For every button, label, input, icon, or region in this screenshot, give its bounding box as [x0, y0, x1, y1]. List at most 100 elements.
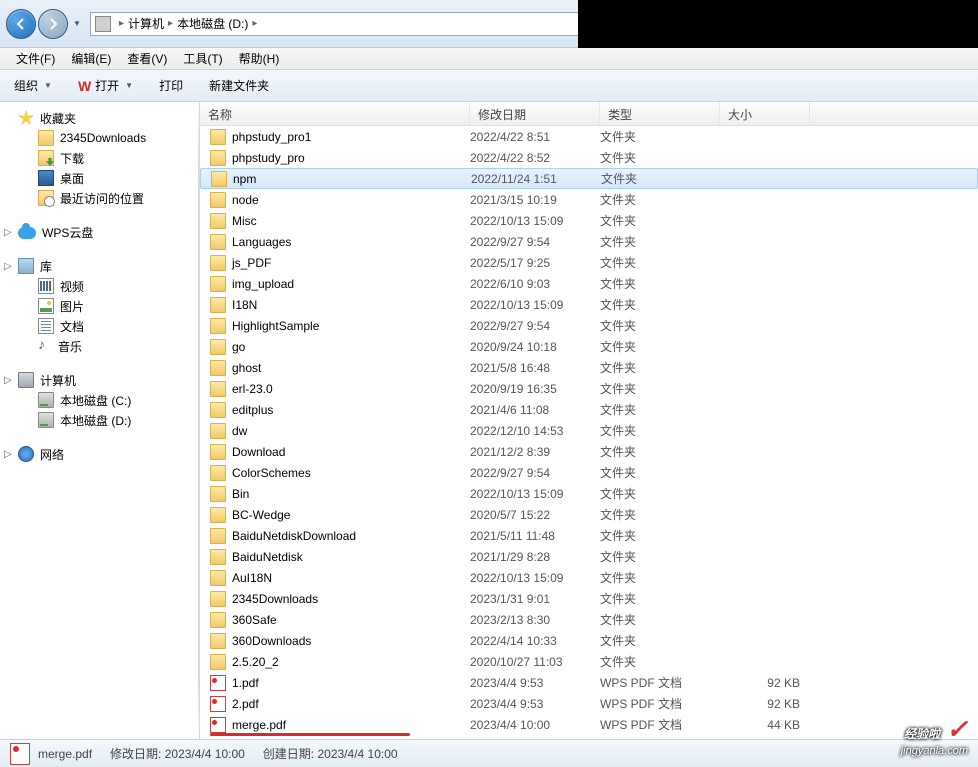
column-date[interactable]: 修改日期 [470, 102, 600, 125]
toolbar: 组织 ▼ W 打开 ▼ 打印 新建文件夹 [0, 70, 978, 102]
file-date: 2021/12/2 8:39 [470, 445, 600, 459]
file-row[interactable]: BC-Wedge 2020/5/7 15:22 文件夹 [200, 504, 978, 525]
file-row[interactable]: node 2021/3/15 10:19 文件夹 [200, 189, 978, 210]
file-row[interactable]: phpstudy_pro 2022/4/22 8:52 文件夹 [200, 147, 978, 168]
menu-file[interactable]: 文件(F) [8, 48, 63, 69]
wps-cloud[interactable]: ▷ WPS云盘 [0, 222, 199, 242]
file-name: ghost [232, 361, 261, 375]
expand-icon[interactable]: ▷ [4, 261, 14, 272]
file-type: 文件夹 [600, 149, 720, 166]
sidebar-item[interactable]: 文档 [0, 316, 199, 336]
print-label: 打印 [159, 77, 183, 94]
sidebar-item[interactable]: 视频 [0, 276, 199, 296]
recent-icon [38, 190, 54, 206]
file-row[interactable]: erl-23.0 2020/9/19 16:35 文件夹 [200, 378, 978, 399]
menu-help[interactable]: 帮助(H) [231, 48, 288, 69]
breadcrumb-drive[interactable]: 本地磁盘 (D:) [177, 15, 248, 32]
organize-button[interactable]: 组织 ▼ [10, 75, 56, 96]
open-button[interactable]: W 打开 ▼ [74, 75, 137, 96]
chevron-down-icon: ▼ [125, 81, 133, 90]
sidebar-item[interactable]: 最近访问的位置 [0, 188, 199, 208]
file-name: BC-Wedge [232, 508, 290, 522]
menu-view[interactable]: 查看(V) [119, 48, 175, 69]
folder-icon [210, 633, 226, 649]
sidebar-item[interactable]: 下载 [0, 148, 199, 168]
expand-icon[interactable]: ▷ [4, 375, 14, 386]
computer-group: ▷ 计算机 本地磁盘 (C:)本地磁盘 (D:) [0, 370, 199, 430]
print-button[interactable]: 打印 [155, 75, 187, 96]
sidebar-item-drive[interactable]: 本地磁盘 (D:) [0, 410, 199, 430]
column-size[interactable]: 大小 [720, 102, 810, 125]
libraries-header[interactable]: ▷ 库 [0, 256, 199, 276]
organize-label: 组织 [14, 77, 38, 94]
file-type: 文件夹 [600, 611, 720, 628]
file-row[interactable]: 360Downloads 2022/4/14 10:33 文件夹 [200, 630, 978, 651]
file-row[interactable]: 2.pdf 2023/4/4 9:53 WPS PDF 文档 92 KB [200, 693, 978, 714]
file-row[interactable]: Misc 2022/10/13 15:09 文件夹 [200, 210, 978, 231]
folder-icon [210, 612, 226, 628]
file-row[interactable]: AuI18N 2022/10/13 15:09 文件夹 [200, 567, 978, 588]
nav-forward-button[interactable] [38, 9, 68, 39]
file-row[interactable]: merge.pdf 2023/4/4 10:00 WPS PDF 文档 44 K… [200, 714, 978, 735]
computer-header[interactable]: ▷ 计算机 [0, 370, 199, 390]
column-name[interactable]: 名称 [200, 102, 470, 125]
file-row[interactable]: npm 2022/11/24 1:51 文件夹 [200, 168, 978, 189]
file-row[interactable]: I18N 2022/10/13 15:09 文件夹 [200, 294, 978, 315]
title-overlay [578, 0, 978, 48]
file-row[interactable]: js_PDF 2022/5/17 9:25 文件夹 [200, 252, 978, 273]
sidebar-item[interactable]: 音乐 [0, 336, 199, 356]
file-row[interactable]: Bin 2022/10/13 15:09 文件夹 [200, 483, 978, 504]
file-date: 2023/2/13 8:30 [470, 613, 600, 627]
navigation-pane[interactable]: 收藏夹 2345Downloads下载桌面最近访问的位置 ▷ WPS云盘 ▷ 库… [0, 102, 200, 739]
file-row[interactable]: ColorSchemes 2022/9/27 9:54 文件夹 [200, 462, 978, 483]
file-row[interactable]: 1.pdf 2023/4/4 9:53 WPS PDF 文档 92 KB [200, 672, 978, 693]
file-date: 2020/9/19 16:35 [470, 382, 600, 396]
file-row[interactable]: phpstudy_pro1 2022/4/22 8:51 文件夹 [200, 126, 978, 147]
sidebar-item[interactable]: 2345Downloads [0, 128, 199, 148]
file-row[interactable]: go 2020/9/24 10:18 文件夹 [200, 336, 978, 357]
file-name: 2.5.20_2 [232, 655, 279, 669]
file-row[interactable]: img_upload 2022/6/10 9:03 文件夹 [200, 273, 978, 294]
libraries-group: ▷ 库 视频图片文档音乐 [0, 256, 199, 356]
file-type: 文件夹 [600, 569, 720, 586]
nav-back-button[interactable] [6, 9, 36, 39]
file-row[interactable]: BaiduNetdiskDownload 2021/5/11 11:48 文件夹 [200, 525, 978, 546]
file-row[interactable]: ghost 2021/5/8 16:48 文件夹 [200, 357, 978, 378]
sidebar-item[interactable]: 图片 [0, 296, 199, 316]
file-type: WPS PDF 文档 [600, 716, 720, 733]
file-name: ColorSchemes [232, 466, 311, 480]
file-row[interactable]: BaiduNetdisk 2021/1/29 8:28 文件夹 [200, 546, 978, 567]
expand-icon[interactable]: ▷ [4, 449, 14, 460]
statusbar: merge.pdf 修改日期: 2023/4/4 10:00 创建日期: 202… [0, 739, 978, 767]
file-row[interactable]: 2.5.20_2 2020/10/27 11:03 文件夹 [200, 651, 978, 672]
menu-edit[interactable]: 编辑(E) [63, 48, 119, 69]
sidebar-item-label: 最近访问的位置 [60, 190, 144, 207]
new-folder-button[interactable]: 新建文件夹 [205, 75, 273, 96]
folder-icon [210, 654, 226, 670]
breadcrumb-arrow[interactable]: ▸ [248, 18, 261, 29]
file-row[interactable]: Download 2021/12/2 8:39 文件夹 [200, 441, 978, 462]
file-row[interactable]: dw 2022/12/10 14:53 文件夹 [200, 420, 978, 441]
nav-history-dropdown[interactable]: ▼ [70, 13, 84, 35]
file-name: AuI18N [232, 571, 272, 585]
file-name: merge.pdf [232, 718, 286, 732]
file-row[interactable]: Languages 2022/9/27 9:54 文件夹 [200, 231, 978, 252]
breadcrumb-arrow[interactable]: ▸ [164, 18, 177, 29]
menu-tools[interactable]: 工具(T) [175, 48, 230, 69]
folder-icon [210, 339, 226, 355]
folder-icon [210, 486, 226, 502]
file-row[interactable]: editplus 2021/4/6 11:08 文件夹 [200, 399, 978, 420]
breadcrumb-arrow[interactable]: ▸ [115, 18, 128, 29]
sidebar-item-drive[interactable]: 本地磁盘 (C:) [0, 390, 199, 410]
expand-icon[interactable]: ▷ [4, 227, 14, 238]
file-row[interactable]: 2345Downloads 2023/1/31 9:01 文件夹 [200, 588, 978, 609]
network-group: ▷ 网络 [0, 444, 199, 464]
breadcrumb-computer[interactable]: 计算机 [128, 15, 164, 32]
file-row[interactable]: HighlightSample 2022/9/27 9:54 文件夹 [200, 315, 978, 336]
file-row[interactable]: 360Safe 2023/2/13 8:30 文件夹 [200, 609, 978, 630]
sidebar-item[interactable]: 桌面 [0, 168, 199, 188]
file-list[interactable]: 名称 修改日期 类型 大小 phpstudy_pro1 2022/4/22 8:… [200, 102, 978, 739]
favorites-header[interactable]: 收藏夹 [0, 108, 199, 128]
network-header[interactable]: ▷ 网络 [0, 444, 199, 464]
column-type[interactable]: 类型 [600, 102, 720, 125]
